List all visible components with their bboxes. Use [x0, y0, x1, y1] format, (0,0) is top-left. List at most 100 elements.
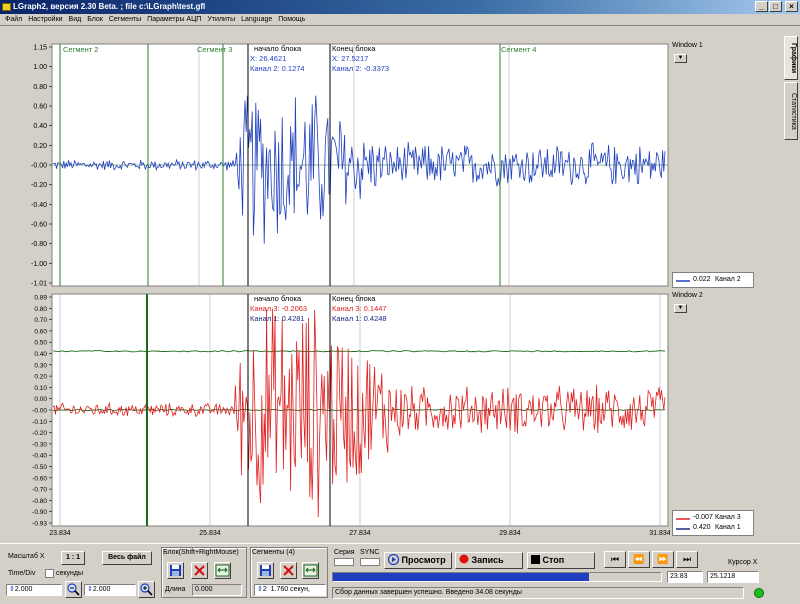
y-tick-label: -0.40 — [32, 453, 47, 460]
y-tick-label: 0.20 — [34, 374, 47, 381]
legend-1-value: 0.022 — [693, 276, 711, 283]
segment-label: Сегмент 3 — [197, 45, 232, 54]
menu-help[interactable]: Помощь — [275, 14, 308, 26]
zoom-out-button[interactable] — [65, 581, 82, 598]
sync-toggle[interactable] — [360, 558, 380, 566]
window-1-dropdown[interactable]: ▼ — [674, 54, 687, 63]
close-icon — [283, 565, 294, 576]
tab-graphs[interactable]: Графики — [784, 36, 798, 80]
y-tick-label: 0.40 — [33, 123, 47, 130]
block-end-title: Конец блока — [332, 44, 376, 53]
block-delete-button[interactable] — [191, 562, 208, 579]
window-1-panel: Window 1 ▼ 0.022 Канал 2 — [670, 40, 782, 290]
menu-settings[interactable]: Настройки — [25, 14, 65, 26]
y-tick-label: 1.15 — [33, 45, 47, 52]
floppy-icon — [170, 565, 181, 576]
close-button[interactable]: × — [785, 1, 798, 12]
record-icon — [459, 554, 469, 564]
y-tick-label: -0.80 — [31, 241, 47, 248]
window-2-dropdown[interactable]: ▼ — [674, 304, 687, 313]
legend-2-ch3-name: Канал 3 — [715, 514, 741, 521]
y-tick-label: -0.60 — [31, 222, 47, 229]
zoom-in-icon — [140, 583, 153, 596]
plot-2-svg[interactable]: 0.89 0.80 0.70 0.60 0.50 0.40 0.30 0.20 0.10 0.00… — [10, 290, 670, 540]
title-bar[interactable]: LGraph2, версия 2.30 Beta. ; file c:\LGr… — [0, 0, 800, 14]
y-tick-label: 0.00 — [34, 396, 47, 403]
skip-end-button[interactable]: ⏭ — [676, 551, 698, 568]
plot-1-svg[interactable]: 1.15 1.00 0.80 0.60 0.40 0.20 -0.00 -0.20 -0.40 -… — [10, 40, 670, 290]
segment-field[interactable]: ⇕2 1.760 секун, — [254, 584, 326, 596]
block-end-title-2: Конец блока — [332, 294, 376, 303]
rewind-icon: ⏪ — [633, 554, 645, 564]
minimize-button[interactable]: _ — [755, 1, 768, 12]
block-save-button[interactable] — [167, 562, 184, 579]
menu-utilities[interactable]: Утилиты — [204, 14, 238, 26]
maximize-button[interactable]: □ — [769, 1, 782, 12]
one-to-one-button[interactable]: 1 : 1 — [61, 551, 85, 565]
x-tick-label: 25.834 — [199, 530, 221, 537]
y-tick-label: -0.70 — [32, 487, 47, 494]
y-tick-label: 0.20 — [33, 143, 47, 150]
y-tick-label: -0.20 — [32, 430, 47, 437]
menu-file[interactable]: Файл — [0, 14, 25, 26]
skip-start-button[interactable]: ⏮ — [604, 551, 626, 568]
block-fit-button[interactable] — [214, 562, 231, 579]
segment-label: Сегмент 4 — [501, 45, 536, 54]
block-start-ch3: Канал 3: -0.2063 — [250, 304, 307, 313]
y-tick-label: -0.40 — [31, 202, 47, 209]
plot-1-y-axis: 1.15 1.00 0.80 0.60 0.40 0.20 -0.00 -0.20 -0.40 -… — [31, 45, 52, 288]
segment-fit-button[interactable] — [302, 562, 319, 579]
legend-1: 0.022 Канал 2 — [672, 272, 754, 288]
menu-language[interactable]: Language — [238, 14, 275, 26]
x-tick-label: 27.834 — [349, 530, 371, 537]
time-div-field-a[interactable]: ⇕2.000 — [6, 584, 62, 596]
block-end-ch2: Канал 2: -0.3373 — [332, 64, 389, 73]
expand-width-icon — [215, 564, 230, 577]
menu-adc-params[interactable]: Параметры АЦП — [144, 14, 204, 26]
unit-checkbox[interactable] — [45, 569, 54, 578]
menu-bar: Файл Настройки Вид Блок Сегменты Параметры АЦ… — [0, 14, 800, 26]
status-led — [754, 588, 764, 598]
forward-button[interactable]: ⏩ — [652, 551, 674, 568]
window-title: LGraph2, версия 2.30 Beta. ; file c:\LGr… — [13, 2, 206, 11]
menu-segments[interactable]: Сегменты — [106, 14, 144, 26]
tab-statistics[interactable]: Статистика — [784, 82, 798, 140]
stop-icon — [531, 555, 540, 564]
x-tick-label: 29.834 — [499, 530, 521, 537]
whole-file-button[interactable]: Весь файл — [102, 551, 152, 565]
position-field[interactable]: 23.83 — [667, 571, 703, 583]
menu-block[interactable]: Блок — [84, 14, 106, 26]
y-tick-label: -0.80 — [32, 498, 47, 505]
zoom-in-button[interactable] — [138, 581, 155, 598]
legend-2-ch1-name: Канал 1 — [715, 524, 741, 531]
window-2-label: Window 2 — [672, 292, 703, 299]
record-button[interactable]: Запись — [455, 552, 523, 569]
progress-bar[interactable] — [332, 572, 662, 582]
x-tick-label: 31.834 — [649, 530, 670, 537]
y-tick-label: -0.00 — [31, 163, 47, 170]
block-start-ch1: Канал 1: 0.4281 — [250, 314, 305, 323]
menu-view[interactable]: Вид — [66, 14, 85, 26]
segment-save-button[interactable] — [257, 562, 274, 579]
cursor-x-field[interactable]: 25.1218 — [707, 571, 759, 583]
view-button[interactable]: Просмотр — [384, 552, 452, 569]
app-icon — [2, 3, 11, 11]
stop-button[interactable]: Стоп — [527, 552, 595, 569]
rewind-button[interactable]: ⏪ — [628, 551, 650, 568]
block-start-x: X: 26.4621 — [250, 54, 286, 63]
y-tick-label: 0.50 — [34, 340, 47, 347]
y-tick-label: -0.20 — [31, 182, 47, 189]
series-toggle[interactable] — [334, 558, 354, 566]
y-tick-label: -1.00 — [31, 261, 47, 268]
y-tick-label: -0.10 — [32, 419, 47, 426]
time-div-field-b[interactable]: ⇕2.000 — [84, 584, 136, 596]
window-2-panel: Window 2 ▼ -0.007 Канал 3 0.420 Канал 1 — [670, 290, 782, 540]
progress-fill — [333, 573, 589, 581]
time-div-label: Time/Div — [8, 570, 36, 577]
plot-2-y-axis: 0.89 0.80 0.70 0.60 0.50 0.40 0.30 0.20 0.10 0.00… — [32, 295, 52, 528]
series-label: Серия — [334, 549, 355, 556]
y-tick-label: -0.30 — [32, 441, 47, 448]
y-tick-label: -0.93 — [32, 521, 47, 528]
segment-delete-button[interactable] — [280, 562, 297, 579]
block-end-ch3: Канал 3: 0.1447 — [332, 304, 387, 313]
